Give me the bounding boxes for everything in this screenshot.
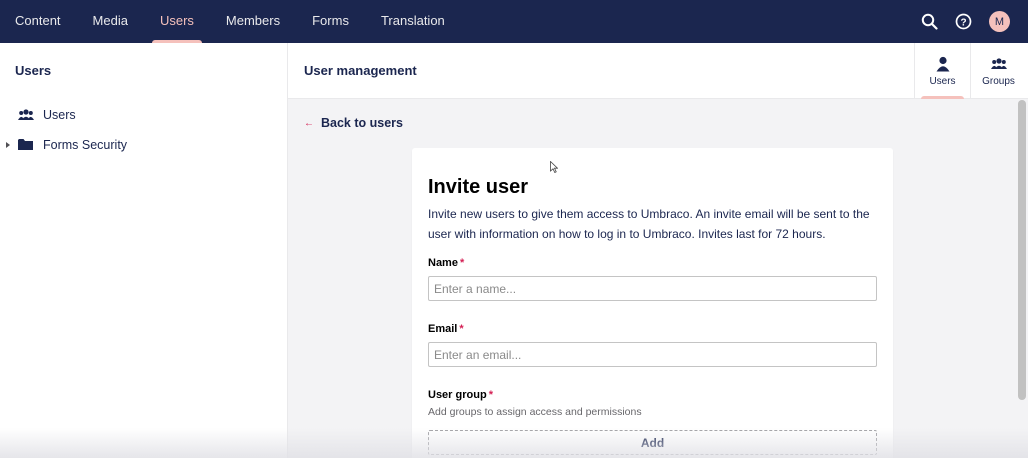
tab-label: Groups xyxy=(982,76,1015,87)
name-input[interactable] xyxy=(428,276,877,301)
svg-text:?: ? xyxy=(960,17,966,28)
name-label: Name * xyxy=(428,257,464,269)
back-link-label: Back to users xyxy=(321,116,403,130)
name-label-text: Name xyxy=(428,257,458,269)
sidebar-item-label: Forms Security xyxy=(43,138,128,152)
mouse-cursor-icon xyxy=(550,161,558,173)
email-label-text: Email xyxy=(428,323,458,335)
back-to-users-link[interactable]: ← Back to users xyxy=(304,116,403,130)
sidebar: Users Users Forms Security xyxy=(0,43,288,458)
required-mark: * xyxy=(459,257,465,269)
email-input[interactable] xyxy=(428,342,877,367)
help-icon[interactable]: ? xyxy=(953,12,973,32)
user-group-help: Add groups to assign access and permissi… xyxy=(428,406,642,418)
email-label: Email * xyxy=(428,323,464,335)
nav-item-members[interactable]: Members xyxy=(226,0,280,43)
expand-caret-icon[interactable] xyxy=(6,142,10,148)
user-group-label-text: User group xyxy=(428,389,487,401)
users-icon xyxy=(18,108,34,122)
sidebar-title: Users xyxy=(15,63,52,78)
nav-item-users[interactable]: Users xyxy=(151,0,202,43)
nav-item-forms[interactable]: Forms xyxy=(312,0,349,43)
tab-label: Users xyxy=(929,76,956,87)
invite-user-card: Invite user Invite new users to give the… xyxy=(412,148,893,458)
nav-item-translation[interactable]: Translation xyxy=(381,0,445,43)
section-nav: Content Media Users Members Forms Transl… xyxy=(0,0,477,43)
sidebar-item-label: Users xyxy=(43,108,76,122)
required-mark: * xyxy=(459,323,464,335)
card-description: Invite new users to give them access to … xyxy=(428,207,870,241)
nav-item-media[interactable]: Media xyxy=(93,0,128,43)
tab-groups[interactable]: Groups xyxy=(970,43,1026,99)
users-icon xyxy=(990,58,1007,69)
editor-header: User management Users Groups xyxy=(288,43,1028,99)
tab-users[interactable]: Users xyxy=(914,43,970,99)
sidebar-item-forms-security[interactable]: Forms Security xyxy=(0,133,288,157)
page-title: User management xyxy=(304,63,417,78)
folder-icon xyxy=(18,138,34,152)
required-mark: * xyxy=(488,389,493,401)
nav-item-content[interactable]: Content xyxy=(15,0,61,43)
avatar[interactable]: M xyxy=(989,11,1010,32)
sidebar-item-users[interactable]: Users xyxy=(0,103,288,127)
user-group-label: User group * xyxy=(428,389,493,401)
user-icon xyxy=(936,56,949,72)
top-navigation: Content Media Users Members Forms Transl… xyxy=(0,0,1028,43)
card-title: Invite user xyxy=(428,176,529,198)
search-icon[interactable] xyxy=(919,12,939,32)
add-user-group-button[interactable]: Add xyxy=(428,430,877,455)
top-actions: ? M xyxy=(919,0,1010,43)
scrollbar[interactable] xyxy=(1018,100,1026,400)
back-arrow-icon: ← xyxy=(304,117,314,129)
